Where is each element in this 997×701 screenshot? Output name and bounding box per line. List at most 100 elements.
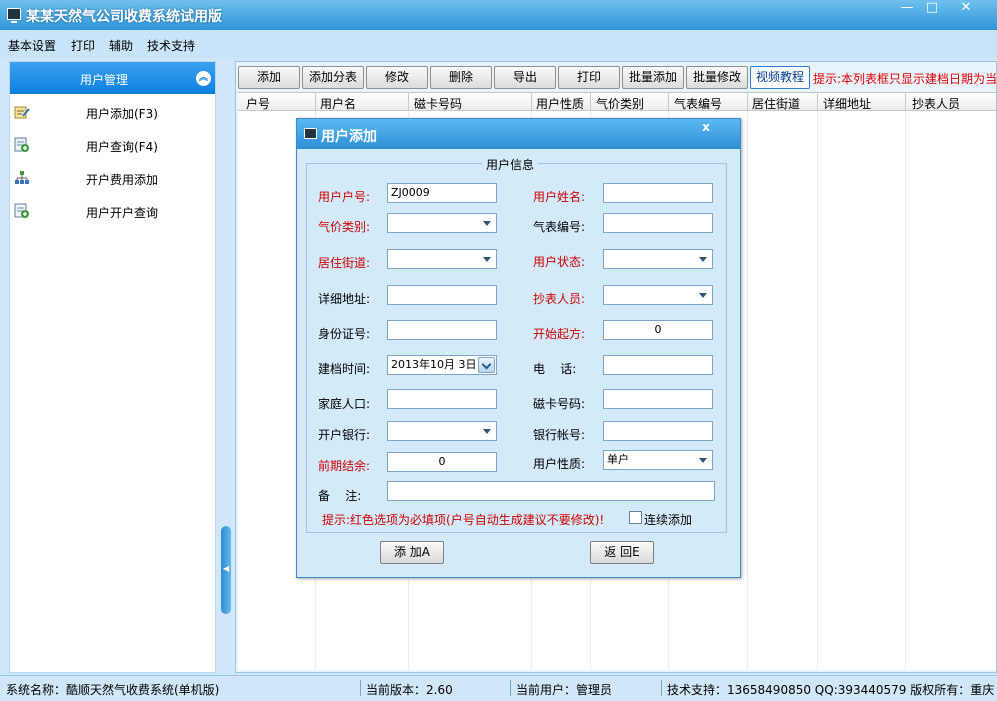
col-card[interactable]: 磁卡号码 xyxy=(414,95,462,112)
household-input[interactable] xyxy=(387,389,497,409)
back-button[interactable]: 返 回E xyxy=(590,541,654,564)
user-type-select[interactable]: 单户 xyxy=(603,450,713,470)
price-type-select[interactable] xyxy=(387,213,497,233)
street-select[interactable] xyxy=(387,249,497,269)
sidebar-item-label: 用户开户查询 xyxy=(86,206,159,220)
status-user: 当前用户：管理员 xyxy=(516,683,613,697)
dropdown-arrow-icon xyxy=(483,221,491,226)
menu-assist[interactable]: 辅助 xyxy=(109,37,133,54)
sidebar-header[interactable]: 用户管理 ︽ xyxy=(10,62,215,94)
dropdown-arrow-icon xyxy=(483,429,491,434)
user-status-select[interactable] xyxy=(603,249,713,269)
batch-edit-button[interactable]: 批量修改 xyxy=(686,66,748,89)
dialog-close-button[interactable]: x xyxy=(699,120,713,134)
col-meter[interactable]: 气表编号 xyxy=(674,95,722,112)
sidebar-item-user-search[interactable]: 用户查询(F4) xyxy=(10,131,215,161)
meter-no-input[interactable] xyxy=(603,213,713,233)
user-search-icon xyxy=(14,137,29,152)
card-no-label: 磁卡号码: xyxy=(533,397,586,411)
col-price-type[interactable]: 气价类别 xyxy=(596,95,644,112)
user-name-input[interactable] xyxy=(603,183,713,203)
sidebar-item-user-add[interactable]: 用户添加(F3) xyxy=(10,98,215,128)
list-tip: 提示:本列表框只显示建档日期为当 xyxy=(813,72,997,86)
account-no-label: 用户户号: xyxy=(318,190,371,204)
account-no-input[interactable]: ZJ0009 xyxy=(387,183,497,203)
card-no-input[interactable] xyxy=(603,389,713,409)
dropdown-arrow-icon xyxy=(699,293,707,298)
address-label: 详细地址: xyxy=(318,292,371,306)
sidebar-header-label: 用户管理 xyxy=(80,73,129,87)
col-reader[interactable]: 抄表人员 xyxy=(912,95,960,112)
dialog-title-bar[interactable]: 用户添加 x xyxy=(297,119,740,149)
org-chart-icon xyxy=(15,171,29,184)
col-street[interactable]: 居住街道 xyxy=(752,95,800,112)
user-add-icon xyxy=(14,106,30,119)
street-label: 居住街道: xyxy=(318,256,371,270)
start-reading-input[interactable]: 0 xyxy=(603,320,713,340)
sidebar-item-label: 开户费用添加 xyxy=(86,173,159,187)
user-type-value: 单户 xyxy=(607,453,629,466)
phone-input[interactable] xyxy=(603,355,713,375)
bank-account-label: 银行帐号: xyxy=(533,428,586,442)
reader-select[interactable] xyxy=(603,285,713,305)
sidebar-splitter[interactable]: ◀ xyxy=(221,526,231,614)
delete-button[interactable]: 删除 xyxy=(430,66,492,89)
add-button[interactable]: 添加 xyxy=(238,66,300,89)
start-reading-label: 开始起方: xyxy=(533,327,586,341)
col-name[interactable]: 用户名 xyxy=(320,95,356,112)
close-button[interactable]: ✕ xyxy=(946,0,986,18)
col-account[interactable]: 户号 xyxy=(246,95,270,112)
maximize-button[interactable]: □ xyxy=(918,0,946,18)
sidebar-item-label: 用户添加(F3) xyxy=(86,107,158,121)
created-date-label: 建档时间: xyxy=(318,362,371,376)
col-address[interactable]: 详细地址 xyxy=(823,95,871,112)
reader-label: 抄表人员: xyxy=(533,292,586,306)
col-user-type[interactable]: 用户性质 xyxy=(536,95,584,112)
menu-tech-support[interactable]: 技术支持 xyxy=(147,37,195,54)
sidebar-item-label: 用户查询(F4) xyxy=(86,140,158,154)
sidebar-item-account-query[interactable]: 用户开户查询 xyxy=(10,197,215,227)
print-button[interactable]: 打印 xyxy=(558,66,620,89)
add-submit-button[interactable]: 添 加A xyxy=(380,541,444,564)
user-type-label: 用户性质: xyxy=(533,457,586,471)
status-system-name: 系统名称：酷顺天然气收费系统(单机版) xyxy=(6,683,220,697)
user-name-label: 用户姓名: xyxy=(533,190,586,204)
form-add-icon xyxy=(14,203,29,218)
window-title: 某某天然气公司收费系统试用版 xyxy=(26,9,222,25)
dropdown-arrow-icon xyxy=(699,458,707,463)
user-status-label: 用户状态: xyxy=(533,255,586,269)
id-card-label: 身份证号: xyxy=(318,327,371,341)
remark-label: 备 注: xyxy=(318,489,362,503)
minimize-button[interactable]: — xyxy=(893,0,921,18)
user-add-dialog: 用户添加 x 用户信息 用户户号: ZJ0009 用户姓名: 气价类别: 气表编… xyxy=(296,118,741,578)
prev-balance-label: 前期结余: xyxy=(318,459,371,473)
bank-select[interactable] xyxy=(387,421,497,441)
collapse-icon[interactable]: ︽ xyxy=(196,71,211,86)
phone-label: 电 话: xyxy=(533,362,577,376)
id-card-input[interactable] xyxy=(387,320,497,340)
title-bar: 某某天然气公司收费系统试用版 — □ ✕ xyxy=(0,0,997,30)
status-support: 技术支持：13658490850 QQ:393440579 版权所有：重庆市酷顺 xyxy=(667,683,995,697)
grid-header: 户号 用户名 磁卡号码 用户性质 气价类别 气表编号 居住街道 详细地址 抄表人… xyxy=(238,93,996,111)
edit-button[interactable]: 修改 xyxy=(366,66,428,89)
sidebar-item-fee-add[interactable]: 开户费用添加 xyxy=(10,164,215,194)
calendar-dropdown-icon[interactable] xyxy=(478,357,495,373)
created-date-picker[interactable]: 2013年10月 3日 xyxy=(387,355,497,375)
add-submeter-button[interactable]: 添加分表 xyxy=(302,66,364,89)
video-tutorial-button[interactable]: 视频教程 xyxy=(750,66,810,89)
status-bar: 系统名称：酷顺天然气收费系统(单机版) 当前版本：2.60 当前用户：管理员 技… xyxy=(0,675,997,701)
continuous-add-label[interactable]: 连续添加 xyxy=(644,511,692,528)
menu-basic-settings[interactable]: 基本设置 xyxy=(8,37,56,54)
continuous-add-checkbox[interactable] xyxy=(629,511,642,524)
group-title: 用户信息 xyxy=(482,156,539,173)
remark-input[interactable] xyxy=(387,481,715,501)
address-input[interactable] xyxy=(387,285,497,305)
bank-account-input[interactable] xyxy=(603,421,713,441)
prev-balance-input[interactable]: 0 xyxy=(387,452,497,472)
dialog-title: 用户添加 xyxy=(321,129,377,145)
menu-print[interactable]: 打印 xyxy=(71,37,95,54)
dropdown-arrow-icon xyxy=(699,257,707,262)
export-button[interactable]: 导出 xyxy=(494,66,556,89)
batch-add-button[interactable]: 批量添加 xyxy=(622,66,684,89)
price-type-label: 气价类别: xyxy=(318,220,371,234)
